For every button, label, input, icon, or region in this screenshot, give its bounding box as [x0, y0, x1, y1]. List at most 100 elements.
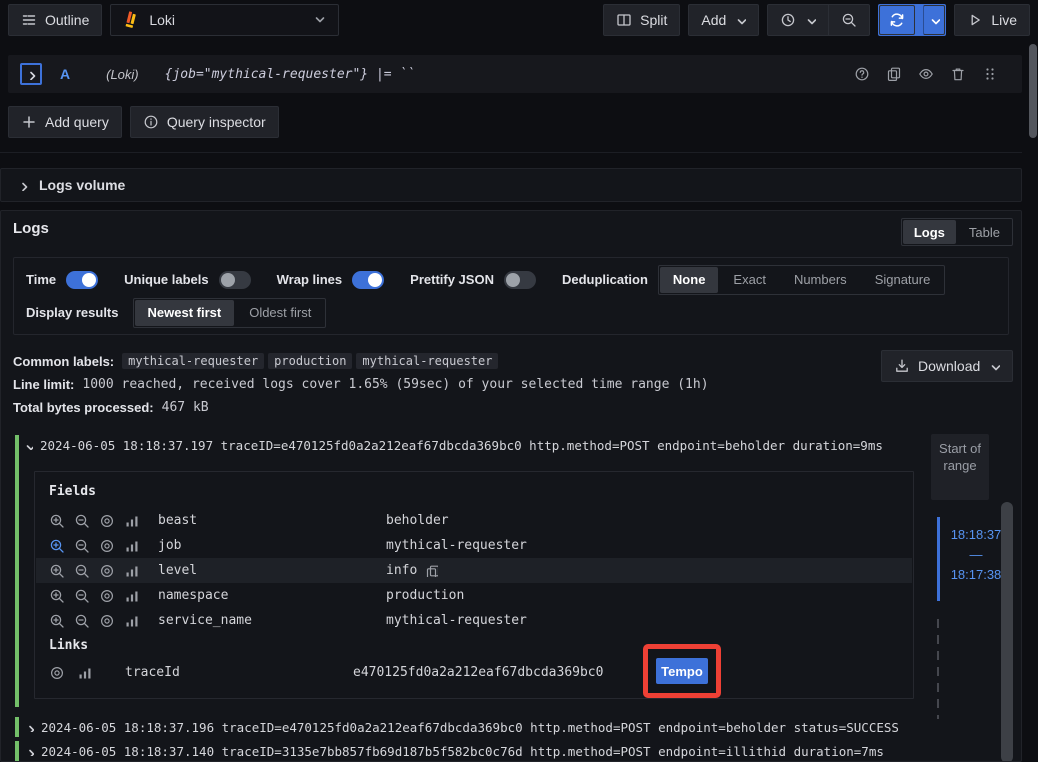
add-button[interactable]: Add: [688, 4, 759, 36]
dedup-option-none[interactable]: None: [660, 267, 719, 293]
download-icon: [894, 358, 910, 374]
filter-out-value-icon[interactable]: [74, 563, 90, 579]
filter-for-value-icon[interactable]: [49, 613, 65, 629]
add-query-button[interactable]: Add query: [8, 106, 122, 138]
filter-out-value-icon[interactable]: [74, 613, 90, 629]
filter-out-value-icon[interactable]: [74, 588, 90, 604]
datasource-name: Loki: [149, 12, 175, 28]
clock-icon: [780, 12, 796, 28]
time-toggle[interactable]: [66, 271, 98, 289]
query-inspector-button[interactable]: Query inspector: [130, 106, 279, 138]
wrap-lines-control: Wrap lines: [277, 271, 385, 289]
field-row-icons: [49, 563, 140, 579]
live-button[interactable]: Live: [954, 4, 1030, 36]
field-row-icons: [49, 613, 140, 629]
drag-handle-icon[interactable]: [982, 66, 998, 82]
chevron-down-icon: [804, 14, 816, 26]
unique-labels-toggle[interactable]: [219, 271, 251, 289]
field-row-level: level info: [36, 558, 912, 583]
plus-icon: [21, 114, 37, 130]
run-query-interval-dropdown[interactable]: [923, 5, 945, 35]
query-actions-icons: [854, 66, 1010, 82]
sync-icon: [889, 12, 905, 28]
duplicate-query-icon[interactable]: [886, 66, 902, 82]
search-minus-icon: [841, 12, 857, 28]
log-row-marker: [15, 435, 19, 707]
filter-for-value-icon[interactable]: [49, 538, 65, 554]
field-stats-icon[interactable]: [124, 563, 140, 579]
copy-value-icon[interactable]: [425, 564, 438, 577]
prettify-json-control: Prettify JSON: [410, 271, 536, 289]
field-stats-icon[interactable]: [124, 588, 140, 604]
logs-controls-row-1: Time Unique labels Wrap lines Prettify J…: [26, 263, 996, 296]
query-actions-row: Add query Query inspector: [8, 106, 279, 138]
view-option-table[interactable]: Table: [958, 220, 1011, 244]
visibility-icon[interactable]: [99, 538, 115, 554]
log-row[interactable]: 2024-06-05 18:18:37.196 traceID=e470125f…: [15, 717, 899, 737]
logs-controls: Time Unique labels Wrap lines Prettify J…: [13, 257, 1009, 335]
chevron-down-icon: [23, 440, 33, 450]
filter-out-value-icon[interactable]: [74, 538, 90, 554]
field-stats-icon[interactable]: [124, 538, 140, 554]
timeline-time-from: 18:18:37: [945, 527, 1007, 542]
timeline-times: 18:18:37 — 18:17:38: [945, 527, 1007, 582]
order-option-newest[interactable]: Newest first: [135, 300, 235, 326]
logs-view-toggle: Logs Table: [901, 218, 1013, 246]
visibility-icon[interactable]: [99, 613, 115, 629]
label-chip: mythical-requester: [356, 353, 498, 369]
filter-for-value-icon[interactable]: [49, 513, 65, 529]
unique-labels-control: Unique labels: [124, 271, 251, 289]
help-icon[interactable]: [854, 66, 870, 82]
filter-for-value-icon[interactable]: [49, 563, 65, 579]
visibility-icon[interactable]: [99, 563, 115, 579]
query-expression-input[interactable]: {job="mythical-requester"} |= ``: [165, 67, 415, 82]
deduplication-control: Deduplication None Exact Numbers Signatu…: [562, 265, 945, 295]
chevron-down-icon: [928, 14, 940, 26]
zoom-out-time-button[interactable]: [828, 4, 870, 36]
wrap-lines-toggle[interactable]: [352, 271, 384, 289]
dedup-option-exact[interactable]: Exact: [720, 267, 779, 293]
split-button[interactable]: Split: [603, 4, 680, 36]
visibility-icon[interactable]: [49, 665, 65, 681]
datasource-picker[interactable]: Loki: [110, 4, 339, 36]
time-picker-button[interactable]: [767, 4, 829, 36]
chevron-down-icon: [988, 360, 1000, 372]
field-stats-icon[interactable]: [124, 613, 140, 629]
page-scrollbar-thumb[interactable]: [1029, 44, 1037, 138]
view-option-logs[interactable]: Logs: [903, 220, 956, 244]
log-row[interactable]: 2024-06-05 18:18:37.197 traceID=e470125f…: [23, 435, 883, 455]
logs-scrollbar-thumb[interactable]: [1001, 502, 1013, 762]
dedup-option-signature[interactable]: Signature: [862, 267, 944, 293]
log-row[interactable]: 2024-06-05 18:18:37.140 traceID=3135e7bb…: [15, 741, 884, 761]
visibility-icon[interactable]: [99, 513, 115, 529]
download-button[interactable]: Download: [881, 350, 1013, 382]
dedup-option-numbers[interactable]: Numbers: [781, 267, 860, 293]
filter-for-value-icon[interactable]: [49, 588, 65, 604]
run-query-button[interactable]: [879, 5, 915, 35]
toggle-query-visibility-icon[interactable]: [918, 66, 934, 82]
field-key: service_name: [158, 613, 386, 628]
delete-query-icon[interactable]: [950, 66, 966, 82]
chevron-right-icon: [24, 746, 34, 756]
link-row-traceid: traceId e470125fd0a2a212eaf67dbcda369bc0: [36, 660, 912, 685]
query-inspector-label: Query inspector: [167, 114, 266, 130]
logs-volume-panel[interactable]: Logs volume: [0, 168, 1022, 202]
visibility-icon[interactable]: [99, 588, 115, 604]
field-value: info: [386, 563, 417, 578]
tempo-link-button[interactable]: Tempo: [656, 658, 708, 684]
field-key: namespace: [158, 588, 386, 603]
chevron-right-icon: [24, 722, 34, 732]
field-stats-icon[interactable]: [124, 513, 140, 529]
fields-title: Fields: [49, 484, 96, 499]
outline-button[interactable]: Outline: [8, 4, 102, 36]
prettify-json-toggle[interactable]: [504, 271, 536, 289]
link-key: traceId: [125, 665, 353, 680]
sort-order-group: Newest first Oldest first: [133, 298, 327, 328]
order-option-oldest[interactable]: Oldest first: [236, 300, 324, 326]
field-stats-icon[interactable]: [77, 665, 93, 681]
play-icon: [967, 12, 983, 28]
query-collapse-button[interactable]: [20, 63, 42, 85]
filter-out-value-icon[interactable]: [74, 513, 90, 529]
common-labels-label: Common labels:: [13, 354, 114, 369]
total-bytes-label: Total bytes processed:: [13, 400, 154, 415]
